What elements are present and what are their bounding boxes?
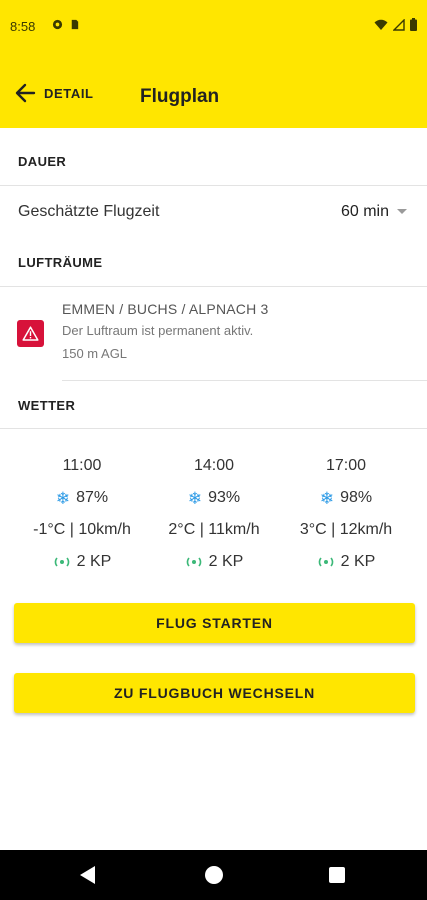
nav-back-icon[interactable] (80, 866, 95, 884)
forecast-precipitation: ❄ 87% (12, 482, 152, 514)
status-left-icons (52, 19, 80, 30)
forecast-time: 14:00 (193, 457, 235, 474)
battery-icon (410, 18, 417, 31)
forecast-precipitation: ❄ 93% (144, 482, 284, 514)
airspace-list-item[interactable]: EMMEN / BUCHS / ALPNACH 3 Der Luftraum i… (0, 290, 427, 380)
kp-index-icon (186, 557, 201, 567)
app-bar: DETAIL Flugplan (0, 56, 427, 128)
back-button[interactable]: DETAIL (14, 78, 94, 108)
start-flight-button[interactable]: FLUG STARTEN (14, 603, 415, 643)
airspace-name: EMMEN / BUCHS / ALPNACH 3 (62, 301, 269, 317)
forecast-kp: 2 KP (276, 546, 416, 578)
airspace-status: Der Luftraum ist permanent aktiv. (62, 323, 254, 338)
forecast-temp-wind: 3°C | 12km/h (299, 521, 393, 538)
warning-icon (22, 326, 39, 341)
duration-divider (0, 185, 427, 186)
airspaces-section-header: LUFTRÄUME (18, 255, 103, 270)
snowflake-icon: ❄ (55, 488, 71, 508)
snowflake-icon: ❄ (319, 488, 335, 508)
status-right-icons (374, 18, 417, 31)
weather-forecast-column: 14:00 ❄ 93% 2°C | 11km/h 2 KP (144, 450, 284, 578)
nav-recents-icon[interactable] (329, 867, 345, 883)
back-label: DETAIL (44, 85, 94, 101)
kp-index-icon (54, 557, 69, 567)
weather-section-header: WETTER (18, 398, 76, 413)
airspace-item-divider (62, 380, 427, 381)
precipitation-value: 87% (76, 489, 109, 506)
flight-time-value: 60 min (340, 203, 389, 220)
forecast-temp-wind: -1°C | 10km/h (33, 521, 131, 538)
forecast-precipitation: ❄ 98% (276, 482, 416, 514)
switch-to-logbook-button[interactable]: ZU FLUGBUCH WECHSELN (14, 673, 415, 713)
forecast-kp: 2 KP (12, 546, 152, 578)
weather-divider (0, 428, 427, 429)
status-bar: 8:58 (0, 0, 427, 56)
wifi-icon (374, 19, 388, 30)
data-saver-icon (52, 19, 63, 30)
precipitation-value: 93% (208, 489, 241, 506)
chevron-down-icon (397, 209, 407, 214)
system-navigation-bar (0, 850, 427, 900)
forecast-time: 11:00 (62, 457, 102, 474)
airspace-height: 150 m AGL (62, 346, 128, 361)
sim-card-icon (71, 19, 79, 30)
kp-value: 2 KP (76, 553, 112, 570)
forecast-time: 17:00 (325, 457, 367, 474)
airspaces-divider (0, 286, 427, 287)
flight-time-select[interactable]: Geschätzte Flugzeit 60 min (0, 187, 427, 239)
status-time: 8:58 (10, 19, 36, 34)
precipitation-value: 98% (340, 489, 373, 506)
flight-time-label: Geschätzte Flugzeit (18, 203, 160, 220)
arrow-left-icon (15, 83, 36, 103)
snowflake-icon: ❄ (187, 488, 203, 508)
cell-signal-icon (393, 18, 405, 31)
page-title: Flugplan (140, 86, 220, 107)
kp-value: 2 KP (340, 553, 376, 570)
kp-value: 2 KP (208, 553, 244, 570)
weather-forecast-column: 17:00 ❄ 98% 3°C | 12km/h 2 KP (276, 450, 416, 578)
weather-forecast-column: 11:00 ❄ 87% -1°C | 10km/h 2 KP (12, 450, 152, 578)
forecast-kp: 2 KP (144, 546, 284, 578)
warning-badge (17, 320, 44, 347)
duration-section-header: DAUER (18, 154, 67, 169)
forecast-temp-wind: 2°C | 11km/h (168, 521, 260, 538)
kp-index-icon (318, 557, 333, 567)
nav-home-icon[interactable] (205, 866, 223, 884)
